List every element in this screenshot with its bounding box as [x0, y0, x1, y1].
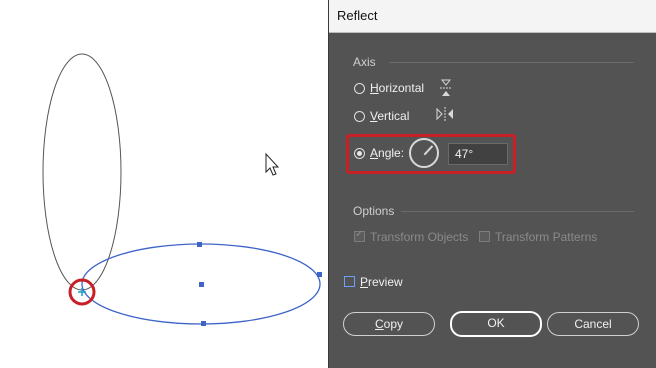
options-divider [401, 211, 634, 212]
preview-label[interactable]: Preview [360, 275, 403, 289]
transform-patterns-checkbox[interactable] [479, 231, 490, 242]
vertical-label[interactable]: Vertical [370, 109, 409, 123]
transform-objects-checkbox[interactable] [354, 229, 365, 242]
reflect-vertical-icon [436, 107, 453, 121]
angle-dial-icon[interactable] [409, 138, 439, 168]
axis-section-label: Axis [353, 55, 376, 69]
horizontal-radio[interactable] [354, 83, 365, 94]
vertical-ellipse[interactable] [42, 53, 122, 291]
axis-divider [389, 62, 634, 63]
angle-input[interactable]: 47° [448, 143, 508, 165]
copy-button[interactable]: Copy [343, 312, 435, 336]
transform-objects-label: Transform Objects [370, 230, 469, 244]
vertical-radio[interactable] [354, 111, 365, 122]
options-section-label: Options [353, 204, 395, 218]
reflect-horizontal-icon [440, 79, 452, 96]
transform-patterns-label: Transform Patterns [495, 230, 598, 244]
reflect-dialog: Reflect Axis Horizontal Vertical Angle: … [328, 0, 656, 368]
angle-radio[interactable] [354, 148, 365, 159]
horizontal-label[interactable]: Horizontal [370, 81, 424, 95]
dialog-titlebar[interactable]: Reflect [329, 0, 656, 33]
dialog-title: Reflect [337, 8, 378, 23]
selection-center-point [199, 282, 204, 287]
selection-handle-top[interactable] [197, 242, 202, 247]
cancel-button[interactable]: Cancel [547, 312, 639, 336]
selection-handle-right[interactable] [317, 272, 322, 277]
preview-checkbox[interactable] [344, 276, 355, 287]
selection-handle-bottom[interactable] [201, 321, 206, 326]
ok-button[interactable]: OK [450, 311, 542, 337]
angle-label[interactable]: Angle: [370, 146, 404, 160]
mouse-cursor-icon [265, 152, 280, 176]
